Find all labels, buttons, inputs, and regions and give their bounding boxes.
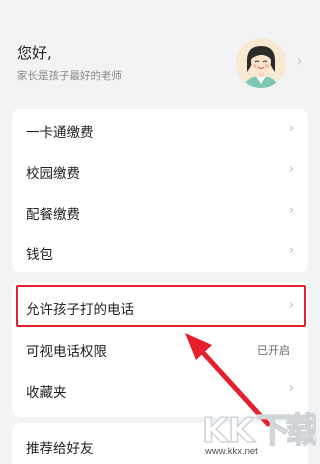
svg-text:载: 载 bbox=[286, 411, 316, 451]
watermark-url: www.kkx.net bbox=[205, 446, 258, 457]
svg-text:下: 下 bbox=[256, 411, 290, 451]
screen: 您好, 家长是孩子最好的老师 › 一卡通缴费 › 校园缴费 › 配餐缴费 › 钱… bbox=[0, 0, 320, 464]
svg-text:K: K bbox=[228, 411, 256, 451]
annotation-arrow-icon bbox=[185, 333, 271, 427]
svg-text:K: K bbox=[202, 411, 230, 451]
